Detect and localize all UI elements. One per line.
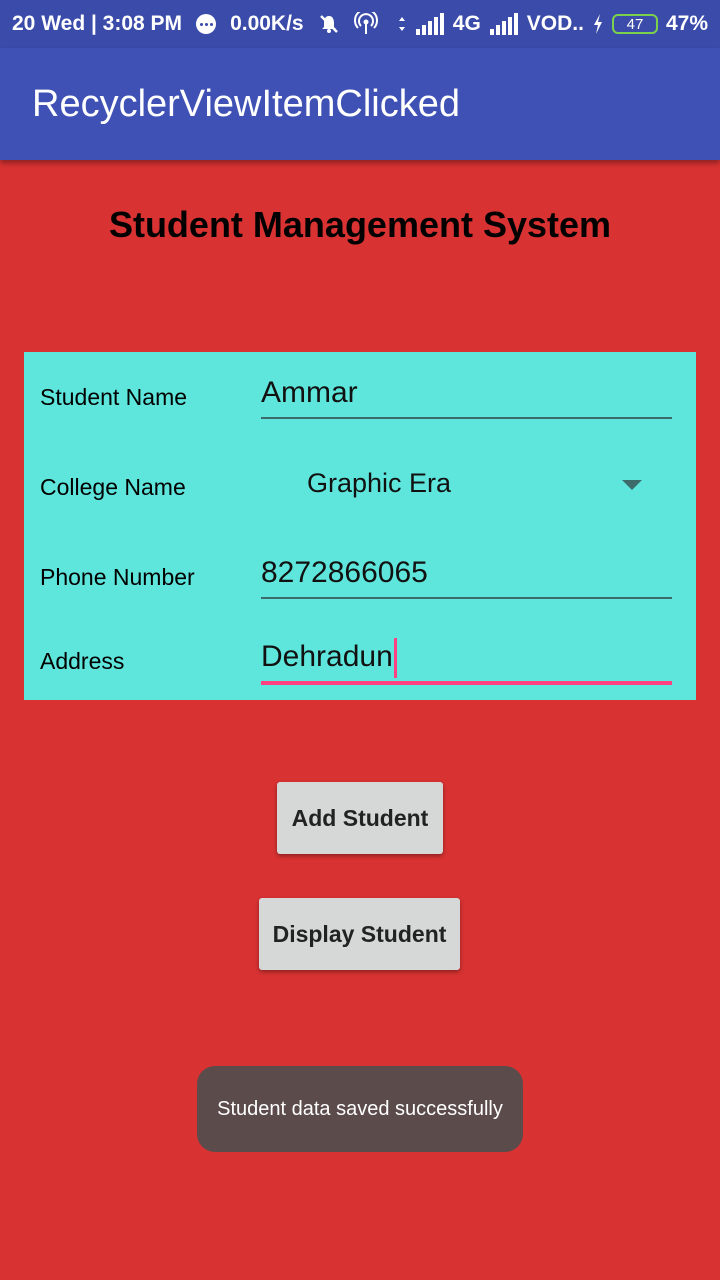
address-label: Address [40,648,125,674]
notification-dot-icon [196,14,217,34]
phone-number-underline [261,597,672,599]
college-name-label: College Name [40,474,186,500]
student-form: Student Name Ammar College Name Graphic … [24,352,696,700]
toast-message: Student data saved successfully [197,1066,523,1152]
status-network-speed: 0.00K/s [230,12,304,35]
student-name-underline [261,417,672,419]
display-student-button[interactable]: Display Student [259,898,460,970]
phone-number-field[interactable]: 8272866065 [261,556,428,590]
status-date-time: 20 Wed | 3:08 PM [12,12,183,35]
address-field[interactable]: Dehradun [261,638,397,678]
phone-number-label: Phone Number [40,564,195,590]
text-cursor [393,638,397,678]
charging-icon [592,13,604,35]
college-name-selected: Graphic Era [307,468,452,498]
hotspot-icon [353,12,378,36]
data-arrows-icon [397,14,407,34]
battery-icon: 47 [611,14,658,34]
dropdown-arrow-icon[interactable] [622,480,642,490]
add-student-button[interactable]: Add Student [277,782,443,854]
student-name-field[interactable]: Ammar [261,376,358,410]
network-type: 4G [452,12,481,35]
signal-icon [489,13,519,35]
student-name-label: Student Name [40,384,188,410]
carrier-name: VOD.. [526,12,584,35]
page-title: Student Management System [108,204,612,245]
signal-icon [415,13,445,35]
address-value: Dehradun [261,639,393,673]
mute-icon [318,13,340,35]
status-bar: 20 Wed | 3:08 PM 0.00K/s 4G VOD.. 47 47% [0,0,720,48]
toast-text: Student data saved successfully [217,1097,503,1120]
address-underline [261,681,672,685]
battery-level: 47 [626,15,644,33]
battery-percent: 47% [665,12,708,35]
app-title: RecyclerViewItemClicked [32,82,460,125]
app-bar: RecyclerViewItemClicked [0,48,720,160]
